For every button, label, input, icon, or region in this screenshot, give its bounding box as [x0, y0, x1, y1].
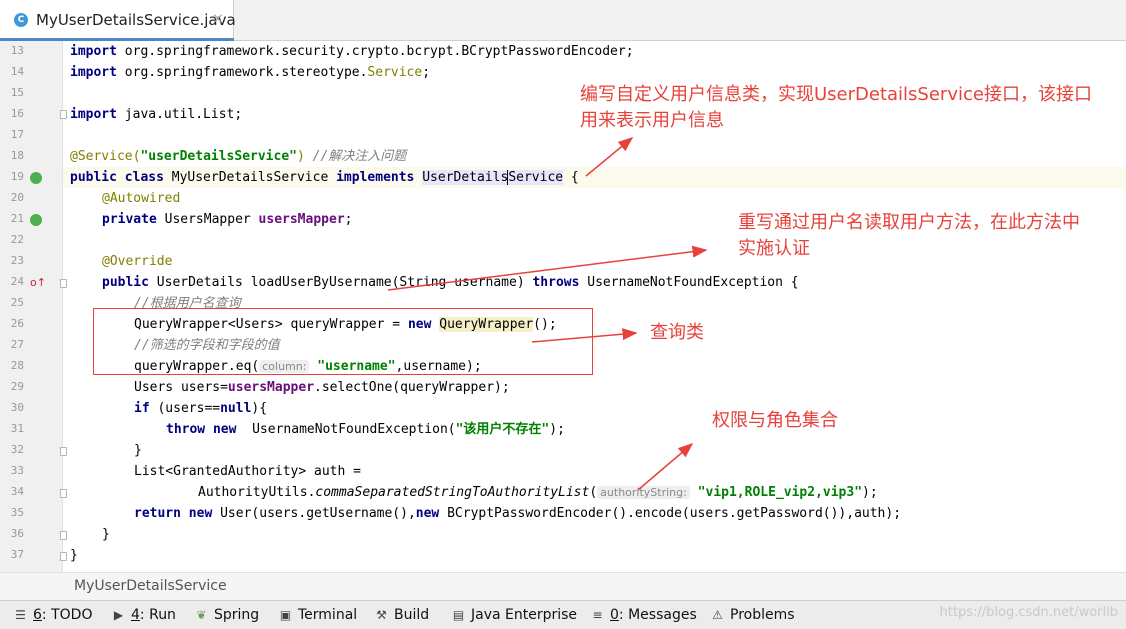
watermark: https://blog.csdn.net/worlib — [939, 605, 1118, 620]
tool-window-run[interactable]: ▶ 4: Run — [112, 605, 176, 625]
tool-window-problems[interactable]: ⚠ Problems — [711, 605, 794, 625]
annotation-arrow — [531, 328, 638, 343]
annotation-note-authority: 权限与角色集合 — [712, 410, 838, 431]
annotation-note-class: 编写自定义用户信息类，实现UserDetailsService接口，该接口 用来… — [580, 82, 1092, 134]
annotation-text: 用来表示用户信息 — [580, 110, 724, 131]
tool-window-java-enterprise[interactable]: ▤ Java Enterprise — [452, 605, 577, 625]
tool-window-build[interactable]: ⚒ Build — [375, 605, 429, 625]
tool-window-terminal[interactable]: ▣ Terminal — [279, 605, 357, 625]
annotation-arrow — [585, 137, 634, 177]
annotation-text: 重写通过用户名读取用户方法，在此方法中 — [738, 212, 1080, 233]
breadcrumb-item[interactable]: MyUserDetailsService — [74, 578, 227, 594]
hammer-icon: ⚒ — [376, 608, 387, 622]
run-play-icon: ▶ — [113, 608, 124, 622]
annotation-note-query: 查询类 — [650, 322, 704, 343]
breadcrumb: MyUserDetailsService — [0, 572, 1126, 600]
tool-window-todo[interactable]: ☰ 6: TODO — [14, 605, 92, 625]
terminal-icon: ▣ — [279, 608, 292, 622]
tool-window-messages[interactable]: ≡ 0: Messages — [591, 605, 696, 625]
todo-list-icon: ☰ — [15, 608, 26, 622]
java-enterprise-icon: ▤ — [452, 608, 465, 622]
warning-icon: ⚠ — [712, 608, 723, 622]
annotation-arrow — [637, 443, 694, 491]
messages-icon: ≡ — [592, 608, 603, 622]
tool-window-spring[interactable]: ❦ Spring — [195, 605, 259, 625]
tool-window-bar: ☰ 6: TODO ▶ 4: Run ❦ Spring ▣ Terminal ⚒ Buil… — [0, 600, 1126, 629]
annotation-text: 编写自定义用户信息类，实现UserDetailsService接口，该接口 — [580, 84, 1092, 105]
spring-leaf-icon: ❦ — [196, 608, 207, 622]
annotation-note-method: 重写通过用户名读取用户方法，在此方法中 实施认证 — [738, 210, 1080, 262]
annotation-text: 实施认证 — [738, 238, 810, 259]
annotation-arrow — [387, 245, 708, 291]
